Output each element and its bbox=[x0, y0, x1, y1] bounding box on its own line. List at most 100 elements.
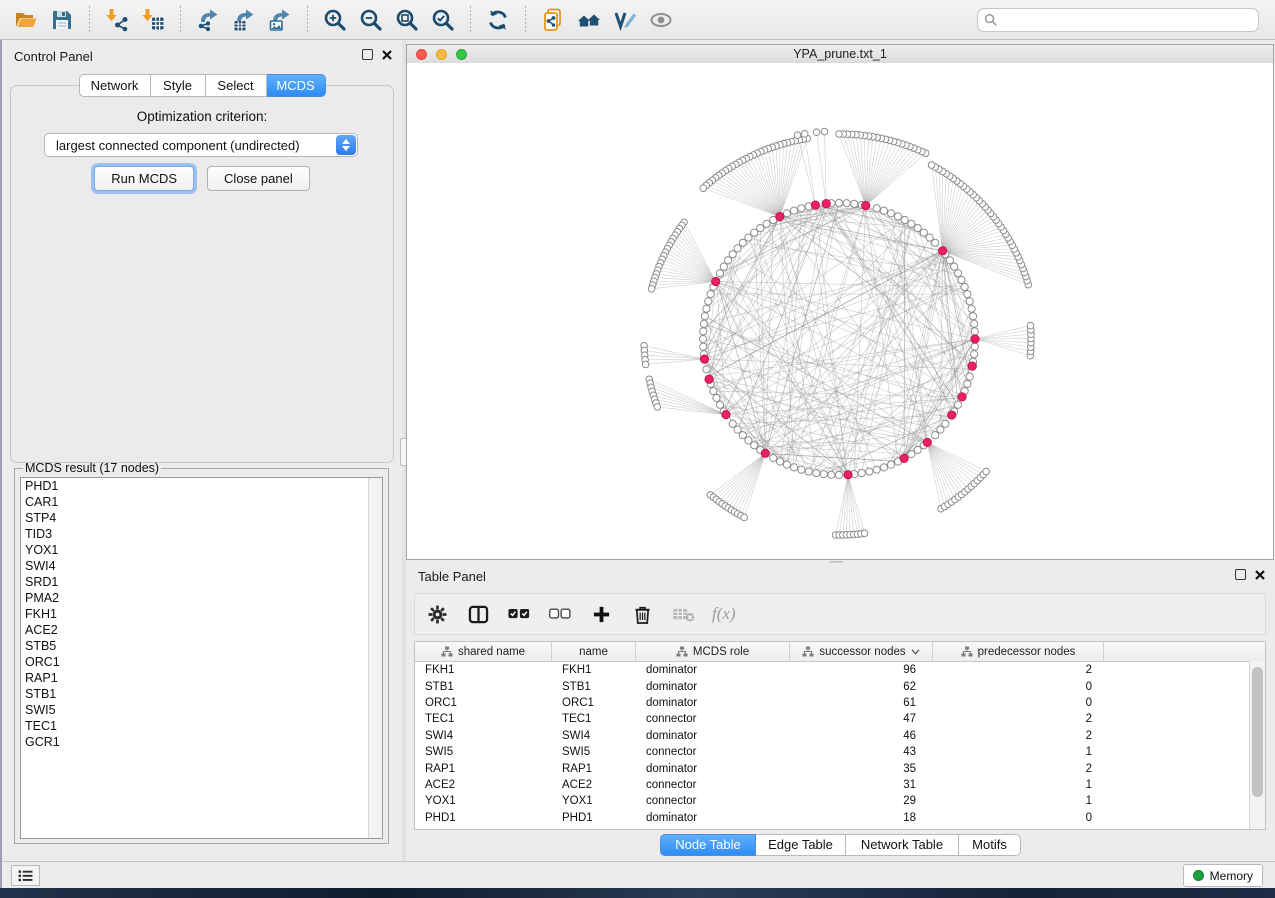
show-columns-button[interactable] bbox=[466, 602, 490, 626]
style-pen-button[interactable] bbox=[609, 5, 641, 35]
houses-button[interactable] bbox=[573, 5, 605, 35]
table-cell[interactable]: PHD1 bbox=[415, 812, 552, 824]
table-cell[interactable]: 31 bbox=[790, 779, 933, 791]
table-cell[interactable]: connector bbox=[636, 795, 790, 807]
table-cell[interactable]: TEC1 bbox=[552, 713, 636, 725]
zoom-fit-button[interactable] bbox=[391, 5, 423, 35]
save-session-button[interactable] bbox=[46, 5, 78, 35]
table-cell[interactable]: dominator bbox=[636, 681, 790, 693]
table-cell[interactable]: RAP1 bbox=[415, 763, 552, 775]
table-cell[interactable]: 96 bbox=[790, 664, 933, 676]
tab-select[interactable]: Select bbox=[206, 74, 267, 97]
close-panel-icon[interactable] bbox=[382, 50, 392, 60]
table-scrollbar-thumb[interactable] bbox=[1252, 667, 1263, 797]
table-cell[interactable]: SWI4 bbox=[552, 730, 636, 742]
table-cell[interactable]: FKH1 bbox=[415, 664, 552, 676]
mcds-result-item[interactable]: STP4 bbox=[21, 510, 382, 526]
mcds-result-item[interactable]: GCR1 bbox=[21, 734, 382, 750]
table-cell[interactable]: 43 bbox=[790, 746, 933, 758]
export-network-button[interactable] bbox=[192, 5, 224, 35]
table-cell[interactable]: connector bbox=[636, 779, 790, 791]
mcds-result-item[interactable]: STB1 bbox=[21, 686, 382, 702]
table-cell[interactable]: 1 bbox=[933, 746, 1104, 758]
column-header-name[interactable]: name bbox=[552, 642, 636, 661]
column-header-mcds-role[interactable]: MCDS role bbox=[636, 642, 790, 661]
zoom-selected-button[interactable] bbox=[427, 5, 459, 35]
delete-table-button[interactable] bbox=[671, 602, 695, 626]
mcds-result-item[interactable]: FKH1 bbox=[21, 606, 382, 622]
search-input[interactable] bbox=[1001, 12, 1252, 28]
table-cell[interactable]: 61 bbox=[790, 697, 933, 709]
float-panel-icon[interactable] bbox=[1235, 569, 1246, 580]
table-cell[interactable]: dominator bbox=[636, 697, 790, 709]
table-cell[interactable]: 2 bbox=[933, 763, 1104, 775]
table-cell[interactable]: 46 bbox=[790, 730, 933, 742]
tab-mcds[interactable]: MCDS bbox=[267, 74, 326, 97]
table-cell[interactable]: 2 bbox=[933, 713, 1104, 725]
tab-motifs[interactable]: Motifs bbox=[959, 834, 1021, 856]
table-row[interactable]: STB1STB1dominator620 bbox=[415, 678, 1265, 694]
close-panel-button[interactable]: Close panel bbox=[207, 166, 310, 191]
table-cell[interactable]: dominator bbox=[636, 664, 790, 676]
export-image-button[interactable] bbox=[264, 5, 296, 35]
table-cell[interactable]: SWI4 bbox=[415, 730, 552, 742]
network-window-titlebar[interactable]: YPA_prune.txt_1 bbox=[407, 45, 1273, 64]
select-all-rows-button[interactable] bbox=[507, 602, 531, 626]
mcds-result-item[interactable]: TEC1 bbox=[21, 718, 382, 734]
open-session-button[interactable] bbox=[10, 5, 42, 35]
table-cell[interactable]: TEC1 bbox=[415, 713, 552, 725]
run-mcds-button[interactable]: Run MCDS bbox=[94, 166, 194, 191]
mcds-result-item[interactable]: SWI5 bbox=[21, 702, 382, 718]
table-cell[interactable]: dominator bbox=[636, 763, 790, 775]
create-column-button[interactable] bbox=[589, 602, 613, 626]
table-cell[interactable]: ORC1 bbox=[415, 697, 552, 709]
table-cell[interactable]: 0 bbox=[933, 697, 1104, 709]
table-cell[interactable]: ORC1 bbox=[552, 697, 636, 709]
mcds-result-item[interactable]: PHD1 bbox=[21, 478, 382, 494]
table-cell[interactable]: 1 bbox=[933, 779, 1104, 791]
table-cell[interactable]: connector bbox=[636, 713, 790, 725]
mcds-result-item[interactable]: RAP1 bbox=[21, 670, 382, 686]
table-cell[interactable]: SWI5 bbox=[552, 746, 636, 758]
table-cell[interactable]: dominator bbox=[636, 812, 790, 824]
table-cell[interactable]: RAP1 bbox=[552, 763, 636, 775]
tab-node-table[interactable]: Node Table bbox=[660, 834, 756, 856]
table-cell[interactable]: 0 bbox=[933, 812, 1104, 824]
mcds-result-item[interactable]: ACE2 bbox=[21, 622, 382, 638]
table-cell[interactable]: 18 bbox=[790, 812, 933, 824]
tab-network-table[interactable]: Network Table bbox=[846, 834, 959, 856]
table-row[interactable]: PHD1PHD1dominator180 bbox=[415, 810, 1265, 826]
zoom-out-button[interactable] bbox=[355, 5, 387, 35]
mcds-result-item[interactable]: PMA2 bbox=[21, 590, 382, 606]
table-row[interactable]: ACE2ACE2connector311 bbox=[415, 777, 1265, 793]
table-cell[interactable]: SWI5 bbox=[415, 746, 552, 758]
table-cell[interactable]: YOX1 bbox=[415, 795, 552, 807]
mcds-result-list[interactable]: PHD1CAR1STP4TID3YOX1SWI4SRD1PMA2FKH1ACE2… bbox=[20, 477, 383, 839]
delete-column-button[interactable] bbox=[630, 602, 654, 626]
eye-button[interactable] bbox=[645, 5, 677, 35]
mcds-result-item[interactable]: TID3 bbox=[21, 526, 382, 542]
table-cell[interactable]: 62 bbox=[790, 681, 933, 693]
table-cell[interactable]: dominator bbox=[636, 730, 790, 742]
table-cell[interactable]: 0 bbox=[933, 681, 1104, 693]
table-cell[interactable]: 1 bbox=[933, 795, 1104, 807]
mcds-result-item[interactable]: SRD1 bbox=[21, 574, 382, 590]
table-row[interactable]: SWI5SWI5connector431 bbox=[415, 744, 1265, 760]
import-table-button[interactable] bbox=[137, 5, 169, 35]
tab-network[interactable]: Network bbox=[79, 74, 151, 97]
column-header-predecessor-nodes[interactable]: predecessor nodes bbox=[933, 642, 1104, 661]
network-file-button[interactable] bbox=[537, 5, 569, 35]
show-panels-button[interactable] bbox=[11, 865, 40, 886]
tab-edge-table[interactable]: Edge Table bbox=[756, 834, 846, 856]
table-row[interactable]: RAP1RAP1dominator352 bbox=[415, 760, 1265, 776]
table-cell[interactable]: connector bbox=[636, 746, 790, 758]
refresh-view-button[interactable] bbox=[482, 5, 514, 35]
memory-button[interactable]: Memory bbox=[1183, 864, 1263, 887]
table-cell[interactable]: PHD1 bbox=[552, 812, 636, 824]
import-network-button[interactable] bbox=[101, 5, 133, 35]
mcds-result-item[interactable]: CAR1 bbox=[21, 494, 382, 510]
mcds-result-item[interactable]: STB5 bbox=[21, 638, 382, 654]
table-row[interactable]: TEC1TEC1connector472 bbox=[415, 711, 1265, 727]
table-cell[interactable]: 35 bbox=[790, 763, 933, 775]
export-table-button[interactable] bbox=[228, 5, 260, 35]
